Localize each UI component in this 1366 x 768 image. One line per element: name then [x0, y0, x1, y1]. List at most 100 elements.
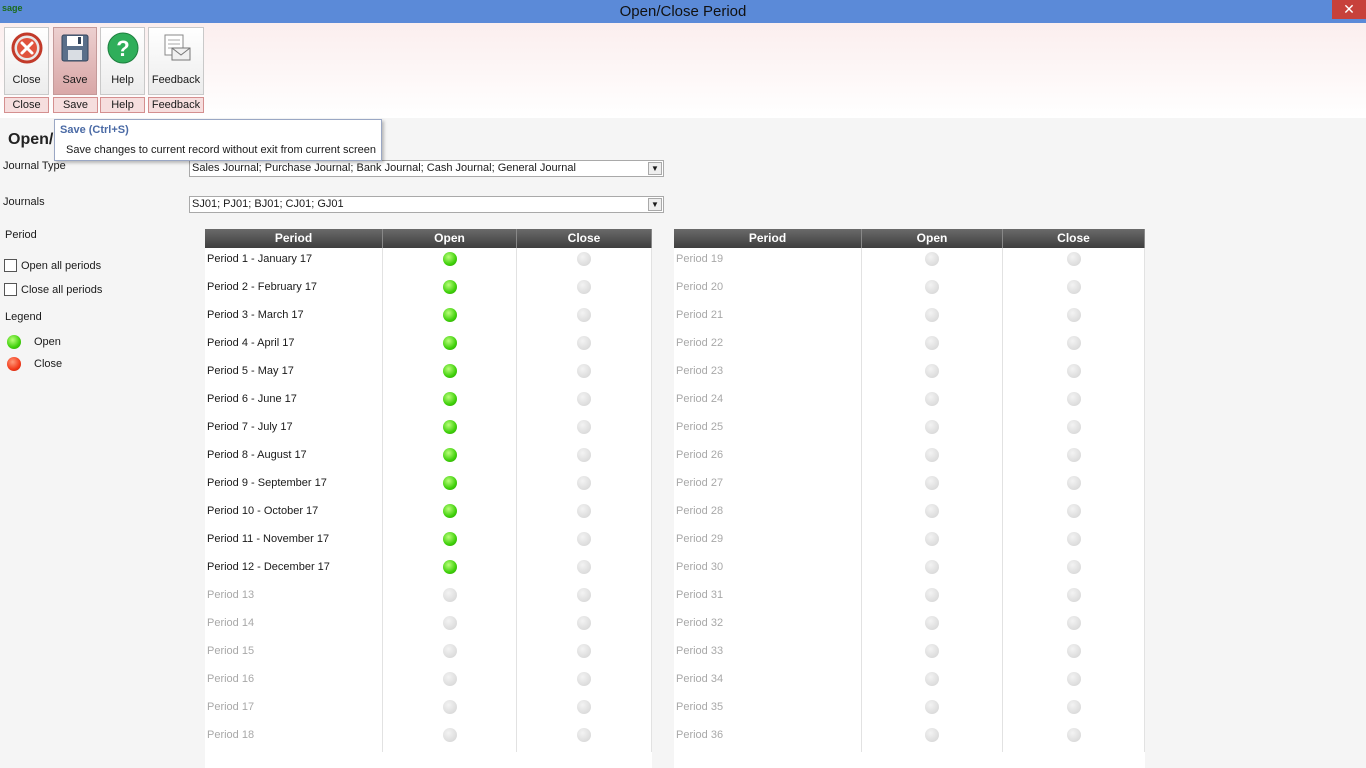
close-status-icon[interactable]: [577, 280, 591, 294]
page-title: Open/: [8, 131, 54, 148]
open-all-periods-checkbox[interactable]: [4, 259, 17, 272]
close-cell: [517, 696, 652, 724]
open-cell: [862, 584, 1003, 612]
open-status-icon[interactable]: [442, 504, 457, 518]
close-status-icon[interactable]: [577, 252, 591, 266]
close-cell: [517, 304, 652, 332]
open-status-icon[interactable]: [442, 336, 457, 350]
help-button[interactable]: ? Help: [100, 27, 145, 95]
table-row: Period 6 - June 17: [205, 388, 652, 416]
title-bar: sage Open/Close Period ✕: [0, 0, 1366, 23]
table-row: Period 35: [674, 696, 1145, 724]
column-header-close: Close: [1003, 229, 1145, 248]
chevron-down-icon[interactable]: ▼: [648, 162, 662, 175]
open-status-icon[interactable]: [442, 392, 457, 406]
open-cell: [862, 360, 1003, 388]
journal-type-value: Sales Journal; Purchase Journal; Bank Jo…: [192, 162, 576, 174]
close-status-icon[interactable]: [577, 308, 591, 322]
close-cell: [1003, 360, 1145, 388]
close-status-icon[interactable]: [577, 504, 591, 518]
journal-type-label: Journal Type: [3, 160, 66, 172]
period-name: Period 18: [205, 724, 383, 752]
close-button[interactable]: Close: [4, 27, 49, 95]
period-name: Period 29: [674, 528, 862, 556]
open-status-icon[interactable]: [442, 532, 457, 546]
close-status-icon[interactable]: [577, 448, 591, 462]
open-all-periods-label[interactable]: Open all periods: [21, 260, 101, 272]
feedback-icon: [164, 34, 191, 61]
open-status-icon: [925, 560, 939, 574]
chevron-down-icon[interactable]: ▼: [648, 198, 662, 211]
open-status-icon[interactable]: [442, 448, 457, 462]
close-cell: [517, 416, 652, 444]
table-row: Period 25: [674, 416, 1145, 444]
close-cell: [1003, 528, 1145, 556]
close-cell: [517, 332, 652, 360]
feedback-button-label: Feedback: [151, 74, 201, 86]
period-name: Period 5 - May 17: [205, 360, 383, 388]
save-button[interactable]: Save: [53, 27, 97, 95]
period-section-label: Period: [5, 229, 37, 241]
open-status-icon[interactable]: [442, 364, 457, 378]
table-row: Period 23: [674, 360, 1145, 388]
close-cell: [1003, 500, 1145, 528]
table-row: Period 17: [205, 696, 652, 724]
open-status-icon: [925, 364, 939, 378]
open-status-icon: [925, 700, 939, 714]
open-status-icon[interactable]: [442, 280, 457, 294]
close-status-icon[interactable]: [577, 392, 591, 406]
period-name: Period 7 - July 17: [205, 416, 383, 444]
period-name: Period 23: [674, 360, 862, 388]
journal-type-select[interactable]: Sales Journal; Purchase Journal; Bank Jo…: [189, 160, 664, 177]
close-status-icon[interactable]: [577, 476, 591, 490]
feedback-button[interactable]: Feedback: [148, 27, 204, 95]
close-all-periods-label[interactable]: Close all periods: [21, 284, 102, 296]
period-name: Period 27: [674, 472, 862, 500]
table-row: Period 16: [205, 668, 652, 696]
open-status-icon[interactable]: [442, 560, 457, 574]
journals-select[interactable]: SJ01; PJ01; BJ01; CJ01; GJ01 ▼: [189, 196, 664, 213]
close-status-icon[interactable]: [577, 420, 591, 434]
window-title: Open/Close Period: [619, 3, 747, 20]
open-cell: [383, 360, 517, 388]
close-status-icon: [1066, 728, 1081, 742]
open-cell: [383, 248, 517, 276]
close-all-periods-checkbox[interactable]: [4, 283, 17, 296]
open-cell: [383, 612, 517, 640]
period-name: Period 6 - June 17: [205, 388, 383, 416]
open-status-icon[interactable]: [442, 476, 457, 490]
open-cell: [862, 388, 1003, 416]
period-name: Period 16: [205, 668, 383, 696]
open-cell: [862, 444, 1003, 472]
close-status-icon: [1066, 616, 1081, 630]
open-cell: [383, 500, 517, 528]
close-cell: [1003, 724, 1145, 752]
close-status-icon: [577, 588, 591, 602]
period-name: Period 26: [674, 444, 862, 472]
period-name: Period 31: [674, 584, 862, 612]
close-status-icon[interactable]: [577, 532, 591, 546]
close-cell: [517, 360, 652, 388]
open-status-icon: [925, 644, 939, 658]
close-cell: [1003, 416, 1145, 444]
legend-close-label: Close: [34, 358, 63, 370]
open-status-icon: [925, 672, 939, 686]
close-status-icon: [1066, 448, 1081, 462]
open-cell: [862, 668, 1003, 696]
open-status-icon[interactable]: [442, 252, 457, 266]
close-status-icon[interactable]: [577, 560, 591, 574]
open-status-icon: [442, 588, 457, 602]
table-row: Period 36: [674, 724, 1145, 752]
open-status-icon[interactable]: [442, 420, 457, 434]
close-status-icon[interactable]: [577, 336, 591, 350]
close-status-icon[interactable]: [577, 364, 591, 378]
window-close-button[interactable]: ✕: [1332, 0, 1366, 19]
close-status-icon: [1066, 364, 1081, 378]
close-group-label: Close: [4, 97, 49, 113]
open-cell: [383, 304, 517, 332]
period-name: Period 25: [674, 416, 862, 444]
grid-header: Period Open Close: [205, 229, 652, 248]
column-header-open: Open: [862, 229, 1003, 248]
open-status-icon[interactable]: [442, 308, 457, 322]
period-name: Period 11 - November 17: [205, 528, 383, 556]
